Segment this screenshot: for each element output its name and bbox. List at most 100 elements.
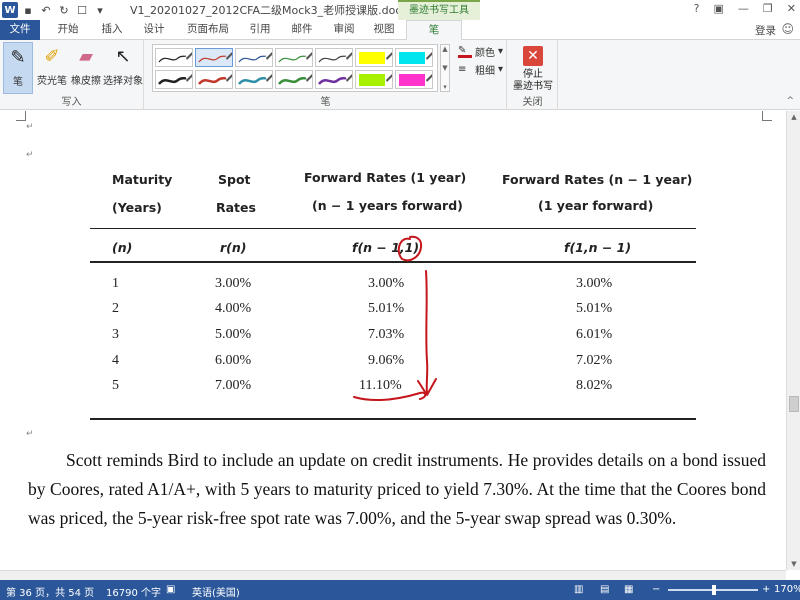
pen-swatch[interactable] [235, 48, 273, 67]
select-objects-button[interactable]: ↖ 选择对象 [103, 42, 143, 94]
eraser-button[interactable]: ▰ 橡皮擦 [70, 42, 102, 94]
pen-swatch[interactable] [275, 70, 313, 89]
pen-stroke-icon [359, 74, 392, 86]
vertical-scrollbar[interactable]: ▲ ▼ [786, 111, 800, 570]
pen-stroke-icon [198, 74, 232, 85]
tab-view[interactable]: 视图 [364, 20, 404, 40]
word-logo-icon[interactable]: W [2, 2, 18, 18]
zoom-level[interactable]: 170% [774, 584, 800, 595]
tab-mailings[interactable]: 邮件 [282, 20, 322, 40]
pen-swatch[interactable] [195, 48, 233, 67]
feedback-smiley-icon[interactable]: ☺ [781, 22, 794, 36]
status-bar: 第 36 页，共 54 页 16790 个字 ▣ 英语(美国) ▥ ▤ ▦ − … [0, 580, 800, 600]
pen-gallery [152, 44, 438, 92]
thickness-icon: ≡ [458, 64, 467, 75]
quick-access-toolbar: W ▪ ↶ ↻ ☐ ▾ [0, 2, 108, 18]
tab-page-layout[interactable]: 页面布局 [178, 20, 238, 40]
pen-swatch[interactable] [355, 70, 393, 89]
tab-insert[interactable]: 插入 [92, 20, 132, 40]
save-icon[interactable]: ▪ [20, 2, 36, 18]
ribbon: ✎ 笔 ✐ 荧光笔 ▰ 橡皮擦 ↖ 选择对象 写入 笔 ▲ ▼ ▾ ✎ 颜色 ▾… [0, 40, 800, 110]
minimize-icon[interactable]: — [738, 2, 749, 15]
close-group-label: 关闭 [522, 97, 543, 108]
pen-stroke-icon [158, 74, 192, 85]
pen-thickness-button[interactable]: ≡ 粗细 ▾ [458, 62, 503, 77]
stop-inking-button[interactable]: ✕ 停止 墨迹书写 [510, 46, 556, 93]
login-link[interactable]: 登录 [755, 23, 776, 38]
qat-more-icon[interactable]: ▾ [92, 2, 108, 18]
page-count[interactable]: 第 36 页，共 54 页 [6, 584, 94, 599]
proofing-icon[interactable]: ▣ [166, 584, 175, 595]
chevron-down-icon: ▾ [498, 64, 504, 75]
pen-swatch[interactable] [315, 70, 353, 89]
cursor-arrow-icon: ↖ [115, 45, 131, 67]
zoom-slider-handle[interactable] [712, 585, 716, 595]
title-bar: W ▪ ↶ ↻ ☐ ▾ V1_20201027_2012CFA二级Mock3_老… [0, 0, 800, 20]
pen-swatch[interactable] [275, 48, 313, 67]
tab-home[interactable]: 开始 [48, 20, 88, 40]
horizontal-scrollbar[interactable] [0, 570, 786, 580]
web-layout-icon[interactable]: ▦ [624, 584, 633, 595]
redo-icon[interactable]: ↻ [56, 2, 72, 18]
pen-button[interactable]: ✎ 笔 [3, 42, 33, 94]
pen-swatch[interactable] [355, 48, 393, 67]
pen-color-icon: ✎ [458, 45, 472, 58]
ribbon-tabs: 文件 开始 插入 设计 页面布局 引用 邮件 审阅 视图 笔 登录 ☺ [0, 20, 800, 40]
pen-swatch[interactable] [155, 48, 193, 67]
read-mode-icon[interactable]: ▥ [574, 584, 583, 595]
pen-stroke-icon [399, 74, 432, 86]
pen-icon: ✎ [10, 46, 26, 68]
scroll-down-icon[interactable]: ▼ [787, 558, 800, 570]
pen-swatch[interactable] [395, 48, 433, 67]
pen-swatch[interactable] [395, 70, 433, 89]
highlighter-icon: ✐ [44, 45, 60, 67]
pen-stroke-icon [238, 74, 272, 85]
tab-file[interactable]: 文件 [0, 20, 40, 40]
close-icon[interactable]: ✕ [787, 2, 796, 15]
chevron-down-icon: ▾ [498, 46, 504, 57]
language[interactable]: 英语(美国) [192, 584, 240, 599]
pen-swatch[interactable] [235, 70, 273, 89]
pen-swatch[interactable] [315, 48, 353, 67]
tab-pen[interactable]: 笔 [406, 20, 462, 40]
pen-stroke-icon [318, 74, 352, 85]
stop-inking-icon: ✕ [523, 46, 543, 66]
eraser-icon: ▰ [79, 45, 93, 67]
print-layout-icon[interactable]: ▤ [600, 584, 609, 595]
document-area[interactable]: ↵ ↵ Maturity (Years) Spot Rates Forward … [0, 111, 786, 570]
write-group: ✎ 笔 ✐ 荧光笔 ▰ 橡皮擦 ↖ 选择对象 写入 [0, 40, 144, 110]
ink-annotation [353, 235, 437, 401]
pen-swatch[interactable] [195, 70, 233, 89]
zoom-in-icon[interactable]: + [762, 584, 770, 595]
scroll-up-icon[interactable]: ▲ [787, 111, 800, 123]
help-icon[interactable]: ? [694, 2, 700, 15]
undo-icon[interactable]: ↶ [38, 2, 54, 18]
pen-stroke-icon [278, 74, 312, 85]
zoom-out-icon[interactable]: − [652, 584, 660, 595]
ink-tools-contextual-title: 墨迹书写工具 [398, 0, 480, 20]
pen-stroke-icon [318, 52, 352, 63]
touch-mode-icon[interactable]: ☐ [74, 2, 90, 18]
pen-stroke-icon [399, 52, 432, 64]
gallery-down-icon[interactable]: ▼ [442, 64, 447, 72]
pen-gallery-scroll[interactable]: ▲ ▼ ▾ [440, 44, 450, 92]
close-group: ✕ 停止 墨迹书写 关闭 [508, 40, 558, 110]
tab-design[interactable]: 设计 [134, 20, 174, 40]
pen-stroke-icon [198, 52, 232, 63]
pen-color-button[interactable]: ✎ 颜色 ▾ [458, 44, 503, 59]
pen-swatch[interactable] [155, 70, 193, 89]
tab-review[interactable]: 审阅 [324, 20, 364, 40]
pen-stroke-icon [158, 52, 192, 63]
pen-stroke-icon [359, 52, 392, 64]
collapse-ribbon-icon[interactable]: ^ [786, 96, 794, 106]
highlighter-button[interactable]: ✐ 荧光笔 [36, 42, 68, 94]
gallery-more-icon[interactable]: ▾ [443, 83, 447, 91]
tab-references[interactable]: 引用 [240, 20, 280, 40]
pens-group-label: 笔 [320, 97, 331, 108]
ribbon-display-icon[interactable]: ▣ [714, 2, 724, 15]
word-count[interactable]: 16790 个字 [106, 584, 161, 599]
restore-icon[interactable]: ❐ [763, 2, 773, 15]
gallery-up-icon[interactable]: ▲ [442, 45, 447, 53]
pen-stroke-icon [278, 52, 312, 63]
scrollbar-thumb[interactable] [789, 396, 799, 412]
